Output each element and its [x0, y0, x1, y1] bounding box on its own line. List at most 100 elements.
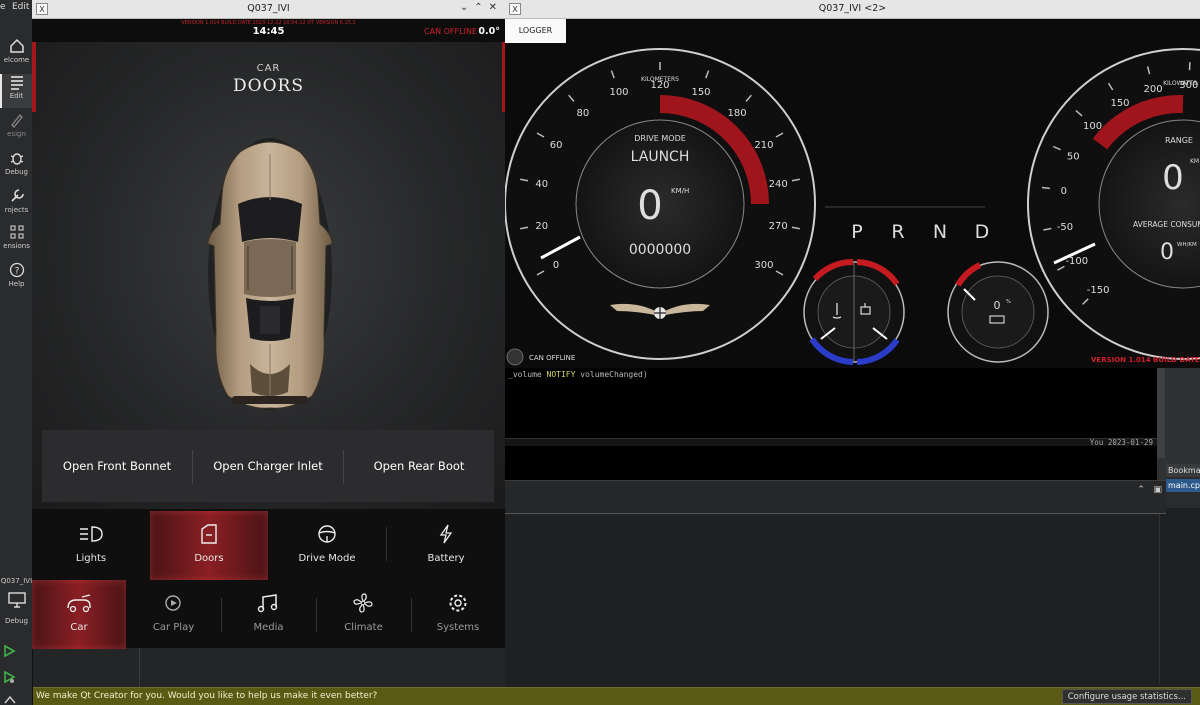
speed-value: 0 [637, 183, 662, 229]
logger-tab[interactable]: LOGGER [505, 19, 566, 43]
mode-debug[interactable]: Debug [0, 150, 33, 184]
avg-consumption-unit: WH/KM [1177, 242, 1197, 248]
chevron-up-icon[interactable]: ⌃ [1137, 485, 1145, 495]
speedo-tick-label: 150 [691, 87, 710, 98]
nav-car-play[interactable]: Car Play [126, 580, 221, 649]
drive-mode-value: LAUNCH [631, 149, 690, 165]
bug-icon [10, 153, 23, 165]
mode-debug-label: Debug [4, 168, 29, 176]
cluster-titlebar[interactable]: X Q037_IVI <2> [505, 0, 1200, 19]
application-output-pane: _volume NOTIFY volumeChanged) You 2023-0… [505, 368, 1157, 480]
menu-edit[interactable]: Edit [12, 2, 29, 12]
extensions-icon [10, 225, 23, 239]
edit-icon [10, 76, 23, 90]
mode-extensions[interactable]: ensions [0, 224, 33, 258]
close-icon[interactable]: ✕ [489, 2, 503, 13]
divider [1159, 514, 1160, 684]
power-tick-label: 50 [1067, 151, 1080, 162]
door-actions-panel: Open Front Bonnet Open Charger Inlet Ope… [42, 430, 494, 502]
bottom-navigation: Lights Doors Drive Mode Battery Car Car … [32, 509, 505, 649]
speedo-tick-label: 210 [754, 140, 773, 151]
speedo-tick-label: 270 [769, 221, 788, 232]
ivi-titlebar[interactable]: X Q037_IVI ⌄⌃✕ [32, 0, 505, 19]
cluster-can-status: CAN OFFLINE [529, 354, 575, 362]
bookmark-item[interactable]: main.cp [1166, 479, 1200, 492]
gear-n: N [933, 221, 947, 243]
debug-run-icon[interactable] [2, 670, 16, 684]
battery-percent: 0 [994, 299, 1001, 312]
project-name: Q037_IVI [0, 577, 33, 585]
bookmarks-pane: Bookma main.cp [1166, 464, 1200, 508]
kit-mode-label: Debug [4, 617, 29, 625]
speedo-tick-label: 60 [550, 140, 563, 151]
power-unit-label: KILOWATTS [1163, 80, 1197, 87]
info-bar: We make Qt Creator for you. Would you li… [33, 687, 1200, 705]
nav-battery[interactable]: Battery [387, 511, 505, 580]
log-timestamp: You 2023-01-29 [1089, 438, 1153, 447]
car-top-view-image[interactable] [200, 134, 340, 410]
run-icon[interactable] [2, 644, 16, 658]
info-message: We make Qt Creator for you. Would you li… [36, 691, 378, 701]
maximize-icon[interactable]: ⌃ [474, 2, 488, 13]
nav-systems[interactable]: Systems [411, 580, 505, 649]
log-line: _volume NOTIFY volumeChanged) [508, 370, 648, 379]
can-offline-indicator: CAN OFFLINE [506, 348, 575, 366]
nav-car[interactable]: Car [32, 580, 126, 649]
maximize-icon[interactable]: ▣ [1153, 485, 1162, 495]
nav-lights[interactable]: Lights [32, 511, 150, 580]
power-tick-label: 150 [1110, 98, 1129, 109]
scrollbar[interactable] [1157, 368, 1165, 458]
editor-background [33, 648, 505, 687]
design-icon [10, 114, 23, 128]
music-icon [257, 594, 278, 613]
open-front-bonnet-button[interactable]: Open Front Bonnet [42, 430, 192, 502]
bookmarks-header[interactable]: Bookma [1166, 464, 1200, 477]
power-gauge: -150-100-50050100150200300400 KILOWATTS … [1027, 48, 1200, 360]
log-keyword: NOTIFY [546, 370, 576, 379]
open-charger-inlet-button[interactable]: Open Charger Inlet [193, 430, 343, 502]
nav-doors[interactable]: Doors [150, 511, 268, 580]
odometer: 0000000 [629, 242, 691, 258]
play-icon [165, 595, 181, 611]
mode-welcome[interactable]: elcome [0, 38, 33, 72]
power-tick-label: 200 [1144, 84, 1163, 95]
help-icon: ? [9, 262, 24, 278]
minimize-icon[interactable]: ⌄ [460, 2, 474, 13]
mode-projects[interactable]: rojects [0, 188, 33, 222]
speedometer: 020406080100120150180210240270300 KILOME… [505, 48, 816, 360]
nav-car-play-label: Car Play [152, 622, 195, 633]
configure-usage-button[interactable]: Configure usage statistics... [1061, 689, 1192, 704]
instrument-cluster: 020406080100120150180210240270300 KILOME… [505, 48, 1200, 366]
speedo-tick-label: 40 [535, 179, 548, 190]
cluster-window-title: Q037_IVI <2> [818, 3, 887, 14]
build-icon[interactable] [3, 694, 17, 704]
steering-wheel-icon [318, 525, 336, 543]
kit-selector[interactable]: Debug [0, 592, 33, 625]
mode-help-label: Help [8, 280, 25, 288]
mode-design[interactable]: esign [0, 112, 33, 146]
nav-media[interactable]: Media [221, 580, 316, 649]
avg-consumption-value: 0 [1160, 240, 1174, 265]
mode-help[interactable]: ? Help [0, 262, 33, 296]
mode-projects-label: rojects [4, 206, 29, 214]
empty-output-area [505, 514, 1200, 687]
power-tick-label: -150 [1087, 285, 1110, 296]
ivi-window-title: Q037_IVI [247, 3, 290, 14]
lightning-icon [439, 524, 453, 544]
mode-edit[interactable]: Edit [0, 74, 33, 108]
speedo-tick-label: 100 [609, 87, 628, 98]
gear-icon [449, 594, 467, 612]
open-rear-boot-button[interactable]: Open Rear Boot [344, 430, 494, 502]
page-subtitle: CAR [256, 63, 281, 74]
home-icon [9, 38, 24, 53]
nav-climate-label: Climate [344, 622, 383, 633]
window-controls: ⌄⌃✕ [460, 2, 503, 13]
headlight-icon [80, 526, 103, 542]
nav-climate[interactable]: Climate [316, 580, 411, 649]
range-label: RANGE [1165, 136, 1193, 145]
ivi-window: X Q037_IVI ⌄⌃✕ VERSION 1.014 BUILD DATE … [32, 0, 505, 649]
nav-drive-mode[interactable]: Drive Mode [268, 511, 386, 580]
menu-file[interactable]: e [0, 2, 6, 12]
temperature: 0.0° [478, 26, 500, 37]
fan-icon [353, 593, 373, 613]
